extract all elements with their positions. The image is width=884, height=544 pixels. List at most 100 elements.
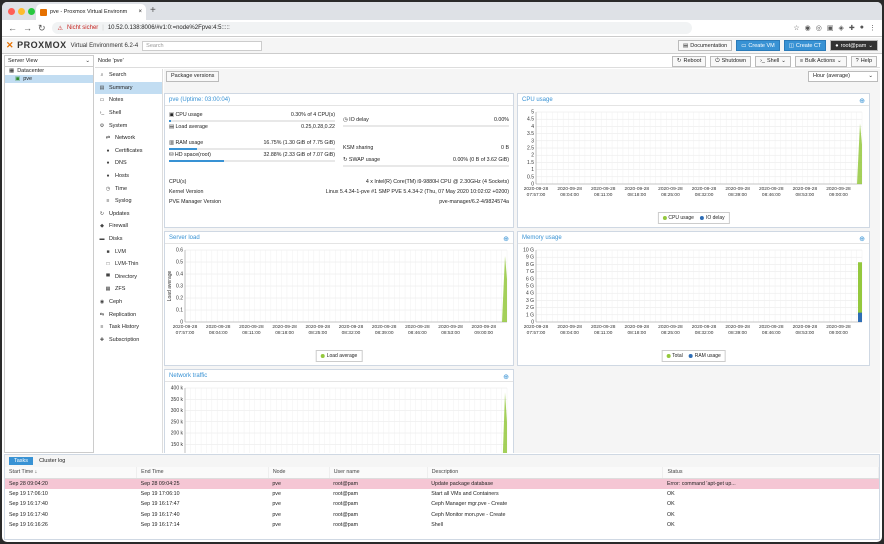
menu-item-syslog[interactable]: ≡ Syslog [95, 195, 162, 208]
column-header[interactable]: Status [662, 467, 879, 479]
profile-icon[interactable]: ● [860, 24, 864, 32]
minimize-window-icon[interactable] [18, 8, 25, 15]
menu-item-hosts[interactable]: ● Hosts [95, 170, 162, 183]
reboot-button[interactable]: ↻ Reboot [671, 55, 707, 67]
x-tick-label: 2020-09-28 [725, 186, 750, 192]
tab-cluster-log[interactable]: Cluster log [39, 458, 65, 464]
shutdown-button[interactable]: ⏻ Shutdown [710, 55, 752, 67]
table-row[interactable]: Sep 19 16:17:40 Sep 19 16:17:40 pve root@pa… [5, 510, 879, 521]
close-window-icon[interactable] [8, 8, 15, 15]
legend-ram-usage[interactable]: RAM usage [688, 353, 721, 359]
column-header[interactable]: Description [427, 467, 664, 479]
table-cell: root@pam [333, 511, 358, 518]
y-tick-label: 3 [531, 138, 534, 144]
extension-icon[interactable]: ▣ [827, 24, 834, 32]
puzzle-icon[interactable]: ✚ [849, 24, 855, 32]
menu-item-subscription[interactable]: ✚ Subscription [95, 333, 162, 346]
x-tick-label: 08:39:00 [375, 330, 394, 336]
menu-item-lvm-thin[interactable]: □ LVM-Thin [95, 258, 162, 271]
y-tick-label: 5 G [526, 284, 534, 290]
table-row[interactable]: Sep 19 16:16:26 Sep 19 16:17:14 pve root@pa… [5, 520, 879, 531]
url-field[interactable]: ⚠ Nicht sicher | 10.52.0.138:8006/#v1:0:… [51, 22, 692, 34]
legend-load-average[interactable]: Load average [320, 353, 357, 359]
cpu-usage-value: 0.30% of 4 CPU(s) [290, 112, 335, 118]
y-tick-label: 7 G [526, 269, 534, 275]
forward-icon[interactable]: → [23, 23, 32, 33]
menu-item-firewall[interactable]: ◆ Firewall [95, 220, 162, 233]
network-traffic-chart: 50 k100 k150 k200 k250 k300 k350 k400 k [171, 386, 508, 453]
menu-item-directory[interactable]: ▀ Directory [95, 271, 162, 284]
x-tick-label: 08:25:00 [661, 192, 680, 198]
tree-item-datacenter[interactable]: ▦ Datacenter [5, 67, 93, 75]
shell-button[interactable]: ›_ Shell ⌄ [755, 55, 791, 67]
menu-item-search[interactable]: ⌕ Search [95, 69, 162, 82]
menu-item-updates[interactable]: ↻ Updates [95, 208, 162, 221]
tree-item-pve[interactable]: ▣ pve [5, 75, 93, 83]
refresh-chart-icon[interactable]: ⊕ [503, 235, 509, 243]
table-cell: pve [272, 511, 281, 518]
user-menu-button[interactable]: ● root@pam ⌄ [830, 40, 878, 51]
help-button[interactable]: ? Help [850, 55, 877, 67]
menu-item-summary[interactable]: ▤ Summary [95, 81, 162, 95]
bulk-actions-button[interactable]: ≡ Bulk Actions ⌄ [794, 55, 847, 67]
y-tick-label: 1 [531, 167, 534, 173]
table-cell: pve [268, 478, 330, 489]
menu-item-zfs[interactable]: ▦ ZFS [95, 283, 162, 296]
x-tick-label: 2020-09-28 [826, 186, 851, 192]
y-tick-label: 200 k [171, 431, 184, 437]
column-header[interactable]: Start Time ↓ [5, 467, 138, 479]
cpu-usage-chart-panel: CPU usage ⊕ 0 0.5 1 1.5 2 2.5 3 3.5 4 4.5 5 2020-09-… [517, 93, 870, 228]
extension-icon[interactable]: ◉ [805, 24, 811, 32]
menu-item-lvm[interactable]: ■ LVM [95, 245, 162, 258]
documentation-button[interactable]: ▤ Documentation [678, 40, 733, 51]
legend-io-delay[interactable]: IO delay [699, 215, 725, 221]
new-tab-icon[interactable]: + [150, 5, 156, 16]
column-header[interactable]: User name [329, 467, 428, 479]
menu-item-label: Disks [109, 236, 123, 243]
grid-icon: ▦ [105, 286, 111, 293]
table-row[interactable]: Sep 19 16:17:40 Sep 19 16:17:47 pve root@pa… [5, 499, 879, 510]
menu-item-notes[interactable]: ▭ Notes [95, 94, 162, 107]
menu-item-dns[interactable]: ● DNS [95, 157, 162, 170]
menu-item-system[interactable]: ⚙ System [95, 119, 162, 132]
maximize-window-icon[interactable] [28, 8, 35, 15]
x-tick-label: 2020-09-28 [206, 324, 231, 330]
x-tick-label: 2020-09-28 [239, 324, 264, 330]
legend-total[interactable]: Total [666, 353, 683, 359]
menu-item-replication[interactable]: ⇆ Replication [95, 308, 162, 321]
kebab-menu-icon[interactable]: ⋮ [869, 24, 876, 32]
view-selector[interactable]: Server View ⌄ [5, 56, 93, 67]
reload-icon[interactable]: ↻ [38, 23, 46, 34]
search-input[interactable]: Search [142, 40, 263, 51]
extension-icon[interactable]: ◎ [816, 24, 822, 32]
table-row[interactable]: Sep 19 17:06:10 Sep 19 17:06:10 pve root@pa… [5, 489, 879, 500]
column-header[interactable]: End Time [136, 467, 269, 479]
refresh-chart-icon[interactable]: ⊕ [503, 373, 509, 381]
refresh-chart-icon[interactable]: ⊕ [859, 97, 865, 105]
timeframe-select[interactable]: Hour (average) ⌄ [808, 70, 878, 82]
create-ct-button[interactable]: ◫ Create CT [783, 40, 827, 51]
menu-item-disks[interactable]: ▬ Disks [95, 233, 162, 246]
refresh-chart-icon[interactable]: ⊕ [859, 235, 865, 243]
back-icon[interactable]: ← [8, 23, 17, 33]
y-tick-label: 1 G [526, 312, 534, 318]
menu-item-task-history[interactable]: ≡ Task History [95, 321, 162, 334]
legend-cpu-usage[interactable]: CPU usage [662, 215, 694, 221]
table-cell: OK [666, 501, 675, 508]
menu-item-network[interactable]: ⇄ Network [95, 132, 162, 145]
menu-item-certificates[interactable]: ● Certificates [95, 145, 162, 158]
menu-item-shell[interactable]: ›_ Shell [95, 107, 162, 120]
table-cell: root@pam [329, 478, 428, 489]
tab-tasks[interactable]: Tasks [9, 457, 34, 465]
browser-tab[interactable]: pve - Proxmox Virtual Environm × [36, 4, 146, 20]
table-row[interactable]: Sep 28 09:04:20 Sep 28 09:04:25 pve root@pa… [5, 478, 879, 489]
column-header[interactable]: Node [268, 467, 330, 479]
bookmark-star-icon[interactable]: ☆ [793, 24, 799, 32]
menu-item-time[interactable]: ◷ Time [95, 182, 162, 195]
x-tick-label: 08:53:00 [441, 330, 460, 336]
package-versions-button[interactable]: Package versions [166, 70, 220, 82]
create-vm-button[interactable]: ▭ Create VM [736, 40, 780, 51]
extension-icon[interactable]: ◈ [839, 24, 844, 32]
close-tab-icon[interactable]: × [138, 9, 142, 15]
menu-item-ceph[interactable]: ◉ Ceph [95, 296, 162, 309]
